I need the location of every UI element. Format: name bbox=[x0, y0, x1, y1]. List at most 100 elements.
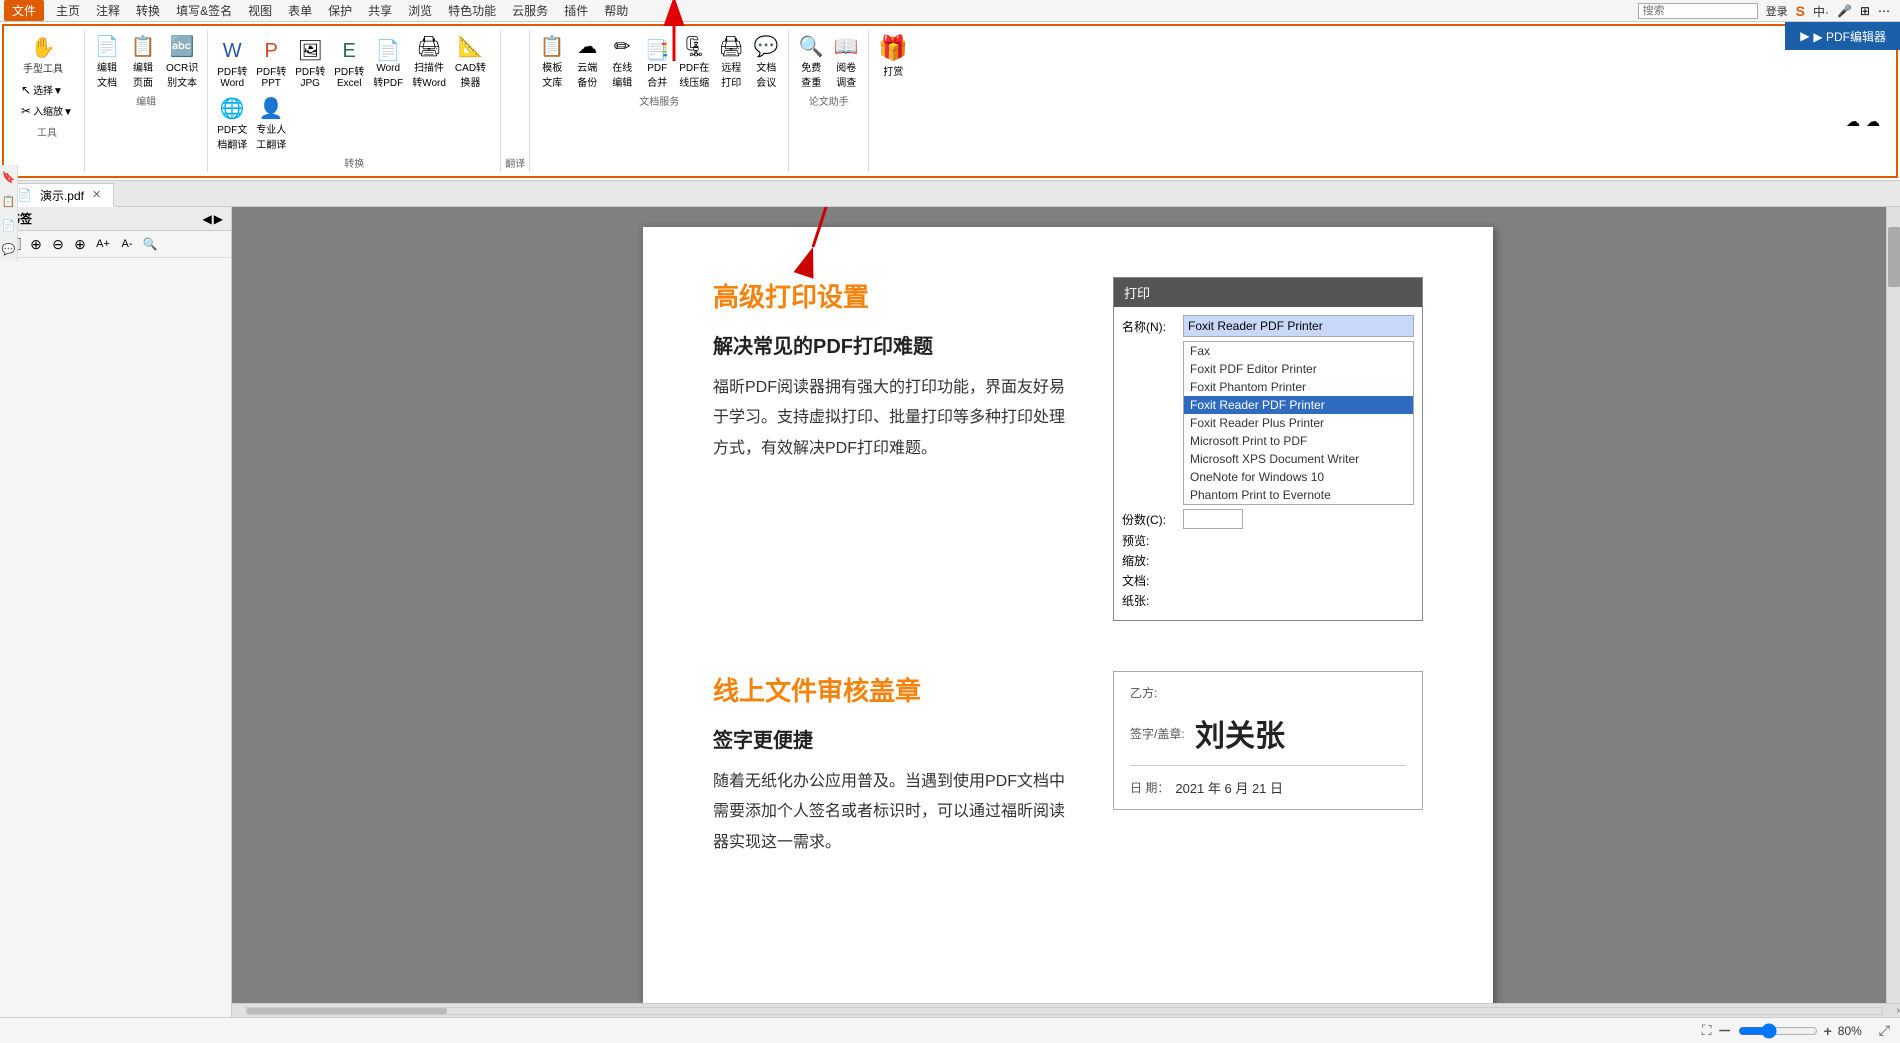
pdf-to-ppt-button[interactable]: P PDF转PPT bbox=[253, 38, 289, 91]
menu-item-form[interactable]: 表单 bbox=[280, 0, 320, 21]
printer-foxit-phantom[interactable]: Foxit Phantom Printer bbox=[1184, 378, 1413, 396]
menu-item-browse[interactable]: 浏览 bbox=[400, 0, 440, 21]
pro-translate-icon: 👤 bbox=[259, 96, 284, 121]
zoom-slider[interactable] bbox=[1738, 1023, 1818, 1039]
pdf-to-jpg-button[interactable]: 🖼 PDF转JPG bbox=[292, 36, 328, 91]
menu-item-fill-sign[interactable]: 填写&签名 bbox=[168, 0, 240, 21]
print-doc-row: 文档: bbox=[1122, 572, 1414, 589]
word-to-pdf-button[interactable]: 📄 Word转PDF bbox=[370, 36, 406, 91]
printer-foxit-reader[interactable]: Foxit Reader PDF Printer bbox=[1184, 396, 1413, 414]
compress-button[interactable]: 🗜 PDF在线压缩 bbox=[676, 32, 712, 91]
menu-item-convert[interactable]: 转换 bbox=[128, 0, 168, 21]
doc-services-label: 文档服务 bbox=[639, 93, 679, 108]
vertical-scrollbar[interactable] bbox=[1886, 207, 1900, 1003]
sidebar-expand-icon[interactable]: ◀ bbox=[203, 212, 212, 226]
reward-group: 🎁 打赏 bbox=[869, 30, 917, 172]
pdf-translate-button[interactable]: 🌐 PDF文档翻译 bbox=[214, 94, 250, 153]
online-edit-button[interactable]: ✏ 在线编辑 bbox=[606, 32, 638, 91]
printer-foxit-plus[interactable]: Foxit Reader Plus Printer bbox=[1184, 414, 1413, 432]
hand-tool-button[interactable]: ✋ 手型工具 bbox=[18, 32, 68, 78]
doc-label: 文档: bbox=[1122, 572, 1177, 589]
menu-item-view[interactable]: 视图 bbox=[240, 0, 280, 21]
sidebar-tool-font-minus[interactable]: A- bbox=[116, 234, 138, 254]
printer-foxit-editor[interactable]: Foxit PDF Editor Printer bbox=[1184, 360, 1413, 378]
edit-tool-button[interactable]: ✂ 入缩放▼ bbox=[18, 101, 76, 120]
pdf-editor-button[interactable]: ▶ ▶ PDF编辑器 bbox=[1785, 22, 1900, 50]
login-button[interactable]: 登录 bbox=[1766, 3, 1788, 19]
menu-item-special[interactable]: 特色功能 bbox=[440, 0, 504, 21]
ocr-label: OCR识别文本 bbox=[166, 59, 198, 89]
translate-icon: 🌐 bbox=[220, 96, 245, 121]
sidebar-tool-add[interactable]: ⊕ bbox=[26, 234, 46, 254]
menu-item-cloud[interactable]: 云服务 bbox=[504, 0, 556, 21]
print-name-input[interactable]: Foxit Reader PDF Printer bbox=[1183, 315, 1414, 337]
tab-close-button[interactable]: ✕ bbox=[92, 190, 101, 201]
cad-converter-button[interactable]: 📐 CAD转换器 bbox=[452, 32, 489, 91]
zoom-plus-button[interactable]: + bbox=[1824, 1023, 1832, 1039]
template-library-button[interactable]: 📋 模板文库 bbox=[536, 32, 568, 91]
sig-date-row: 日 期： 2021 年 6 月 21 日 bbox=[1130, 778, 1406, 797]
convert-group: W PDF转Word P PDF转PPT 🖼 PDF转JPG E PDF转Exc… bbox=[208, 30, 501, 172]
edit-group-label: 编辑 bbox=[136, 93, 156, 108]
pdf-content-area: 高级打印设置 解决常见的PDF打印难题 福昕PDF阅读器拥有强大的打印功能，界面… bbox=[232, 207, 1900, 1017]
survey-button[interactable]: 📖 阅卷调查 bbox=[830, 32, 862, 91]
fit-page-icon[interactable]: ⤢ bbox=[1879, 1022, 1890, 1039]
left-icon-panel: 🔖 📋 📄 💬 bbox=[0, 165, 18, 261]
select-tool-button[interactable]: ↖ 选择▼ bbox=[18, 80, 76, 99]
menu-item-file[interactable]: 文件 bbox=[4, 0, 44, 21]
tab-demo-pdf[interactable]: 📄 演示.pdf ✕ bbox=[4, 183, 114, 207]
printer-fax[interactable]: Fax bbox=[1184, 342, 1413, 360]
printer-ms-xps[interactable]: Microsoft XPS Document Writer bbox=[1184, 450, 1413, 468]
left-panel-icon2[interactable]: 📋 bbox=[1, 193, 17, 209]
sidebar-tool-font-plus[interactable]: A+ bbox=[92, 234, 114, 254]
pdf-to-excel-button[interactable]: E PDF转Excel bbox=[331, 38, 367, 91]
sig-date-label: 日 期： bbox=[1130, 779, 1169, 796]
scan-label: 扫描件转Word bbox=[412, 59, 446, 89]
pdf-to-word-button[interactable]: W PDF转Word bbox=[214, 38, 250, 91]
scan-to-word-button[interactable]: 🖨 扫描件转Word bbox=[409, 32, 449, 91]
sidebar-header: 书签 ◀ ▶ bbox=[0, 207, 231, 231]
printer-phantom-evernote[interactable]: Phantom Print to Evernote bbox=[1184, 486, 1413, 504]
edit-page-button[interactable]: 📋 编辑页面 bbox=[127, 32, 159, 91]
doc-icon: 📄 bbox=[95, 34, 120, 59]
menu-item-home[interactable]: 主页 bbox=[48, 0, 88, 21]
menu-item-comment[interactable]: 注释 bbox=[88, 0, 128, 21]
section1-body: 福昕PDF阅读器拥有强大的打印功能，界面友好易于学习。支持虚拟打印、批量打印等多… bbox=[713, 373, 1073, 464]
page-icon: 📋 bbox=[131, 34, 156, 59]
left-panel-icon4[interactable]: 💬 bbox=[1, 241, 17, 257]
menu-item-share[interactable]: 共享 bbox=[360, 0, 400, 21]
search-input[interactable] bbox=[1638, 3, 1758, 19]
menu-item-plugin[interactable]: 插件 bbox=[556, 0, 596, 21]
cloud-backup-button[interactable]: ☁ 云端备份 bbox=[571, 32, 603, 91]
remote-print-button[interactable]: 🖨 远程打印 bbox=[715, 32, 747, 91]
template-label: 模板文库 bbox=[542, 59, 562, 89]
copies-input[interactable] bbox=[1183, 509, 1243, 529]
printer-ms-pdf[interactable]: Microsoft Print to PDF bbox=[1184, 432, 1413, 450]
horizontal-scroll-bar[interactable]: › bbox=[232, 1003, 1900, 1017]
sidebar-tool-search[interactable]: 🔍 bbox=[140, 234, 160, 254]
sidebar-tool-minus[interactable]: ⊖ bbox=[48, 234, 68, 254]
zoom-minus-button[interactable]: － bbox=[1718, 1021, 1732, 1041]
pro-translate-button[interactable]: 👤 专业人工翻译 bbox=[253, 94, 289, 153]
menu-item-protect[interactable]: 保护 bbox=[320, 0, 360, 21]
left-panel-icon3[interactable]: 📄 bbox=[1, 217, 17, 233]
edit-doc-button[interactable]: 📄 编辑文档 bbox=[91, 32, 123, 91]
remote-print-icon: 🖨 bbox=[719, 34, 744, 59]
print-dialog: 打印 名称(N): Foxit Reader PDF Printer bbox=[1113, 277, 1423, 621]
ocr-button[interactable]: 🔤 OCR识别文本 bbox=[163, 32, 201, 91]
reward-button[interactable]: 🎁 打赏 bbox=[875, 32, 911, 80]
doc-meeting-button[interactable]: 💬 文档会议 bbox=[750, 32, 782, 91]
pdf-merge-label: PDF合并 bbox=[647, 63, 667, 89]
sidebar-tool-add2[interactable]: ⊕ bbox=[70, 234, 90, 254]
pdf-merge-button[interactable]: 📑 PDF合并 bbox=[641, 36, 673, 91]
plagiarism-check-button[interactable]: 🔍 免费查重 bbox=[795, 32, 827, 91]
fit-width-icon[interactable]: ⛶ bbox=[1702, 1022, 1712, 1039]
section-sign: 线上文件审核盖章 签字更便捷 随着无纸化办公应用普及。当遇到使用PDF文档中需要… bbox=[713, 671, 1423, 858]
left-panel-icon1[interactable]: 🔖 bbox=[1, 169, 17, 185]
pdf-jpg-label: PDF转JPG bbox=[295, 63, 325, 89]
reward-label: 打赏 bbox=[883, 63, 903, 78]
printer-list[interactable]: Fax Foxit PDF Editor Printer Foxit Phant… bbox=[1183, 341, 1414, 505]
sidebar-close-icon[interactable]: ▶ bbox=[214, 212, 223, 226]
printer-onenote[interactable]: OneNote for Windows 10 bbox=[1184, 468, 1413, 486]
menu-item-help[interactable]: 帮助 bbox=[596, 0, 636, 21]
